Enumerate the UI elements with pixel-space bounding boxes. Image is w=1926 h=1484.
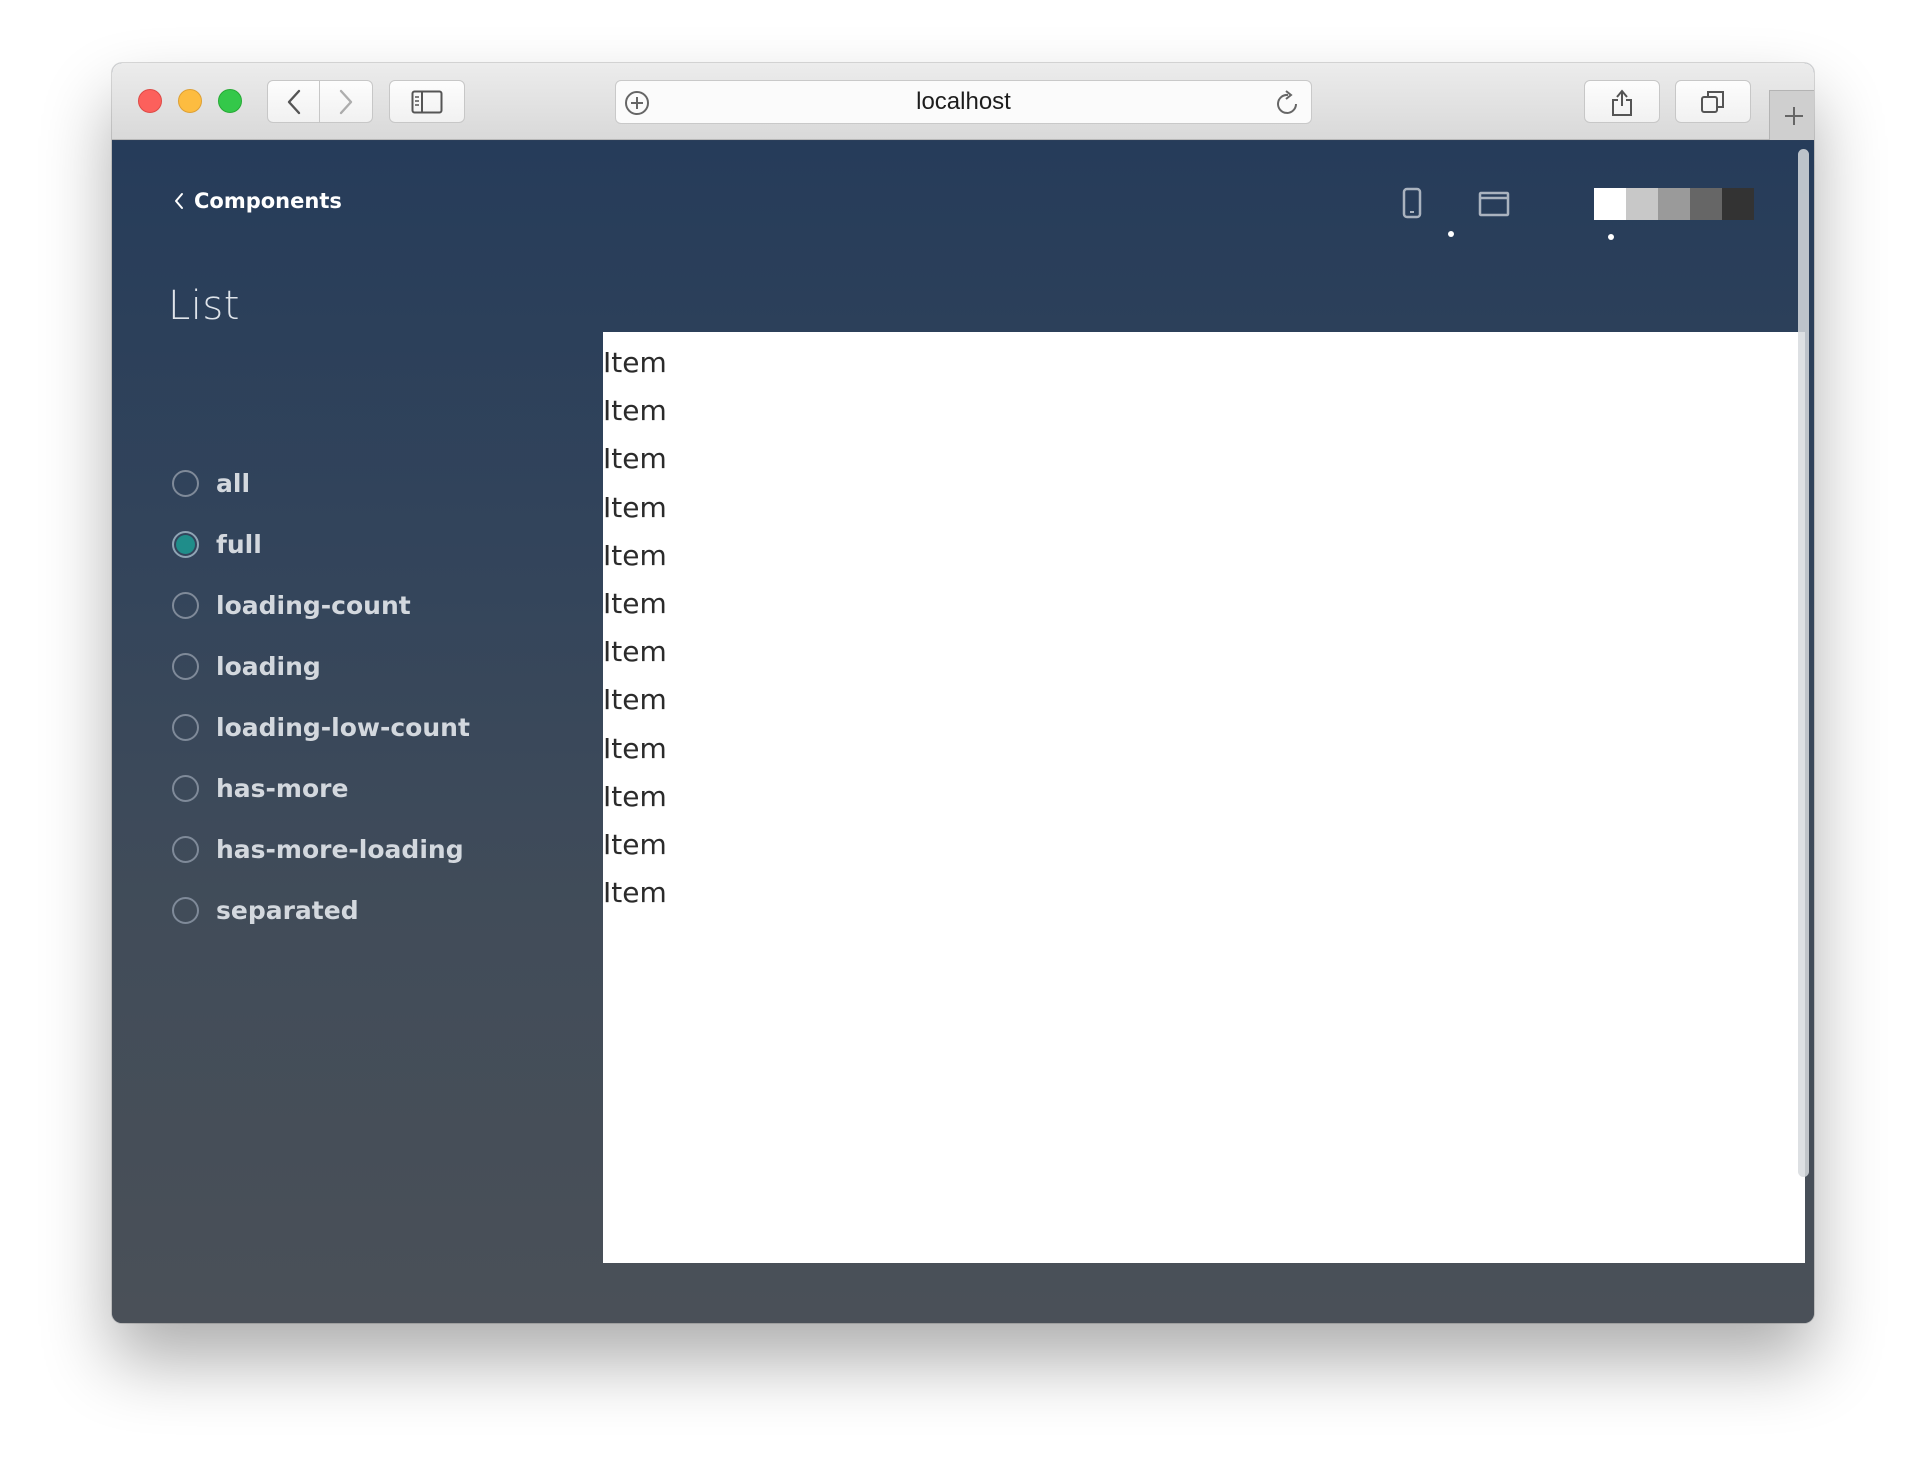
list-item: Item	[603, 827, 667, 861]
selected-device-indicator	[1448, 231, 1454, 237]
mobile-device-icon[interactable]	[1402, 187, 1422, 219]
list-item: Item	[603, 586, 667, 620]
variant-option-has-more[interactable]: has-more	[172, 758, 470, 819]
address-bar[interactable]: localhost	[615, 80, 1312, 124]
variant-option-loading-count[interactable]: loading-count	[172, 575, 470, 636]
share-button[interactable]	[1584, 80, 1660, 123]
selected-swatch-indicator	[1608, 234, 1614, 240]
list-item: Item	[603, 635, 667, 669]
new-tab-button[interactable]	[1769, 90, 1814, 140]
background-swatches	[1594, 188, 1754, 220]
minimize-window-button[interactable]	[178, 89, 202, 113]
variant-label: loading-count	[216, 591, 411, 620]
list-item: Item	[603, 346, 667, 379]
radio-button[interactable]	[172, 836, 199, 863]
swatch-charcoal[interactable]	[1722, 188, 1754, 220]
list-item: Item	[603, 394, 667, 428]
chevron-left-icon	[175, 193, 183, 209]
variant-option-full[interactable]: full	[172, 514, 470, 575]
list-item: Item	[603, 683, 667, 717]
variant-label: loading-low-count	[216, 713, 470, 742]
swatch-light-gray[interactable]	[1626, 188, 1658, 220]
list-item: Item	[603, 779, 667, 813]
tabs-overview-icon	[1701, 90, 1724, 113]
swatch-dark-gray[interactable]	[1690, 188, 1722, 220]
back-button[interactable]	[267, 80, 320, 123]
browser-toolbar: localhost	[112, 63, 1814, 140]
radio-button[interactable]	[172, 470, 199, 497]
variant-radio-group: all full loading-count loading loading-l…	[172, 453, 470, 941]
back-link-label: Components	[194, 189, 342, 213]
close-window-button[interactable]	[138, 89, 162, 113]
variant-label: all	[216, 469, 251, 498]
swatch-gray[interactable]	[1658, 188, 1690, 220]
radio-button[interactable]	[172, 592, 199, 619]
zoom-window-button[interactable]	[218, 89, 242, 113]
list-item: Item	[603, 538, 667, 572]
chevron-right-icon	[339, 89, 353, 114]
variant-label: has-more	[216, 774, 349, 803]
variant-label: separated	[216, 896, 359, 925]
variant-label: full	[216, 530, 262, 559]
component-preview: Item Item Item Item Item Item Item Item …	[603, 332, 1805, 1263]
variant-option-has-more-loading[interactable]: has-more-loading	[172, 819, 470, 880]
chevron-left-icon	[287, 89, 300, 114]
show-tabs-button[interactable]	[1675, 80, 1751, 123]
page-title: List	[168, 283, 240, 329]
variant-label: has-more-loading	[216, 835, 464, 864]
radio-button[interactable]	[172, 714, 199, 741]
components-back-link[interactable]: Components	[174, 189, 342, 213]
sidebar-icon	[411, 90, 443, 113]
list-item: Item	[603, 442, 667, 476]
swatch-white[interactable]	[1594, 188, 1626, 220]
page-content: Components List all full loading-count l…	[112, 141, 1814, 1323]
reload-icon[interactable]	[1275, 89, 1301, 117]
preview-list: Item Item Item Item Item Item Item Item …	[603, 332, 1805, 917]
desktop-device-icon[interactable]	[1478, 191, 1510, 217]
list-item: Item	[603, 731, 667, 765]
radio-button[interactable]	[172, 775, 199, 802]
sidebar-toggle-button[interactable]	[389, 80, 465, 123]
radio-button[interactable]	[172, 653, 199, 680]
plus-icon	[1784, 106, 1803, 125]
radio-button[interactable]	[172, 897, 199, 924]
variant-label: loading	[216, 652, 321, 681]
list-item: Item	[603, 490, 667, 524]
variant-option-all[interactable]: all	[172, 453, 470, 514]
share-icon	[1612, 88, 1632, 116]
list-item: Item	[603, 876, 667, 910]
radio-button[interactable]	[172, 531, 199, 558]
page-scrollbar[interactable]	[1798, 149, 1809, 1177]
variant-option-loading[interactable]: loading	[172, 636, 470, 697]
browser-window: localhost Components List all full loadi…	[112, 63, 1814, 1323]
forward-button[interactable]	[320, 80, 373, 123]
variant-option-loading-low-count[interactable]: loading-low-count	[172, 697, 470, 758]
url-text[interactable]: localhost	[616, 81, 1311, 123]
variant-option-separated[interactable]: separated	[172, 880, 470, 941]
